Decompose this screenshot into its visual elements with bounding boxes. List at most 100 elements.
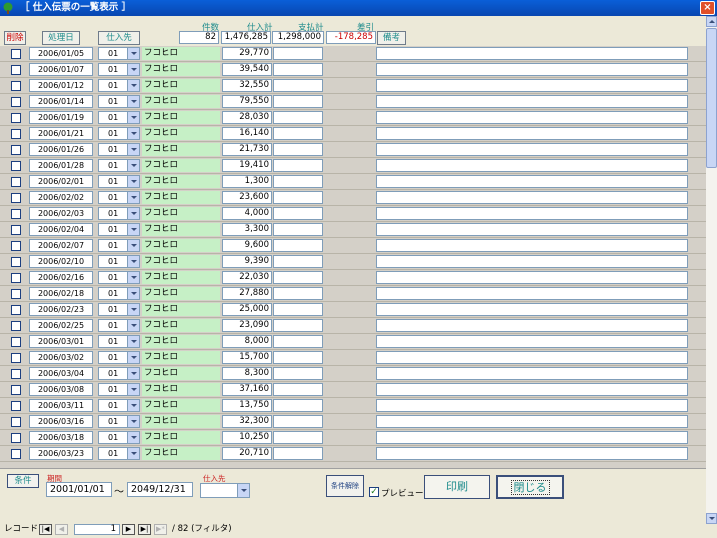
supplier-code-select[interactable]: 01	[98, 47, 140, 60]
payment-amount[interactable]	[273, 383, 323, 396]
supplier-code-select[interactable]: 01	[98, 127, 140, 140]
notes-field[interactable]	[376, 207, 688, 220]
notes-field[interactable]	[376, 383, 688, 396]
purchase-amount[interactable]: 32,300	[222, 415, 272, 428]
delete-checkbox[interactable]	[11, 161, 21, 171]
purchase-amount[interactable]: 9,600	[222, 239, 272, 252]
purchase-amount[interactable]: 3,300	[222, 223, 272, 236]
notes-field[interactable]	[376, 351, 688, 364]
payment-amount[interactable]	[273, 127, 323, 140]
chevron-down-icon[interactable]	[127, 224, 139, 235]
purchase-amount[interactable]: 32,550	[222, 79, 272, 92]
delete-checkbox[interactable]	[11, 273, 21, 283]
payment-amount[interactable]	[273, 319, 323, 332]
scroll-thumb[interactable]	[706, 28, 717, 168]
purchase-amount[interactable]: 27,880	[222, 287, 272, 300]
payment-amount[interactable]	[273, 223, 323, 236]
row-date[interactable]: 2006/03/16	[29, 415, 93, 428]
purchase-amount[interactable]: 1,300	[222, 175, 272, 188]
chevron-down-icon[interactable]	[127, 368, 139, 379]
notes-field[interactable]	[376, 415, 688, 428]
row-date[interactable]: 2006/02/23	[29, 303, 93, 316]
purchase-amount[interactable]: 23,090	[222, 319, 272, 332]
chevron-down-icon[interactable]	[127, 336, 139, 347]
purchase-amount[interactable]: 79,550	[222, 95, 272, 108]
clear-conditions-button[interactable]: 条件解除	[326, 475, 364, 497]
delete-checkbox[interactable]	[11, 257, 21, 267]
payment-amount[interactable]	[273, 79, 323, 92]
supplier-code-select[interactable]: 01	[98, 223, 140, 236]
chevron-down-icon[interactable]	[127, 128, 139, 139]
supplier-code-select[interactable]: 01	[98, 191, 140, 204]
chevron-down-icon[interactable]	[237, 484, 249, 497]
row-date[interactable]: 2006/03/01	[29, 335, 93, 348]
delete-checkbox[interactable]	[11, 81, 21, 91]
supplier-code-select[interactable]: 01	[98, 415, 140, 428]
payment-amount[interactable]	[273, 287, 323, 300]
purchase-amount[interactable]: 23,600	[222, 191, 272, 204]
date-from-input[interactable]: 2001/01/01	[46, 482, 112, 497]
delete-checkbox[interactable]	[11, 305, 21, 315]
delete-checkbox[interactable]	[11, 417, 21, 427]
notes-field[interactable]	[376, 47, 688, 60]
purchase-amount[interactable]: 37,160	[222, 383, 272, 396]
sort-by-supplier-button[interactable]: 仕入先	[98, 31, 140, 45]
notes-field[interactable]	[376, 431, 688, 444]
notes-field[interactable]	[376, 143, 688, 156]
purchase-amount[interactable]: 19,410	[222, 159, 272, 172]
print-button[interactable]: 印刷	[424, 475, 490, 499]
delete-checkbox[interactable]	[11, 129, 21, 139]
notes-field[interactable]	[376, 287, 688, 300]
chevron-down-icon[interactable]	[127, 176, 139, 187]
chevron-down-icon[interactable]	[127, 192, 139, 203]
chevron-down-icon[interactable]	[127, 144, 139, 155]
row-date[interactable]: 2006/02/02	[29, 191, 93, 204]
row-date[interactable]: 2006/03/02	[29, 351, 93, 364]
payment-amount[interactable]	[273, 191, 323, 204]
notes-field[interactable]	[376, 159, 688, 172]
row-date[interactable]: 2006/01/12	[29, 79, 93, 92]
last-record-button[interactable]: ▶|	[138, 524, 151, 535]
supplier-code-select[interactable]: 01	[98, 255, 140, 268]
delete-checkbox[interactable]	[11, 385, 21, 395]
supplier-code-select[interactable]: 01	[98, 319, 140, 332]
purchase-amount[interactable]: 25,000	[222, 303, 272, 316]
supplier-code-select[interactable]: 01	[98, 239, 140, 252]
row-date[interactable]: 2006/03/23	[29, 447, 93, 460]
delete-checkbox[interactable]	[11, 145, 21, 155]
notes-field[interactable]	[376, 319, 688, 332]
row-date[interactable]: 2006/02/10	[29, 255, 93, 268]
delete-checkbox[interactable]	[11, 65, 21, 75]
notes-field[interactable]	[376, 367, 688, 380]
supplier-filter-select[interactable]	[200, 483, 250, 498]
chevron-down-icon[interactable]	[127, 352, 139, 363]
delete-checkbox[interactable]	[11, 321, 21, 331]
payment-amount[interactable]	[273, 367, 323, 380]
row-date[interactable]: 2006/01/26	[29, 143, 93, 156]
payment-amount[interactable]	[273, 335, 323, 348]
payment-amount[interactable]	[273, 95, 323, 108]
delete-checkbox[interactable]	[11, 401, 21, 411]
purchase-amount[interactable]: 28,030	[222, 111, 272, 124]
supplier-code-select[interactable]: 01	[98, 399, 140, 412]
delete-checkbox[interactable]	[11, 113, 21, 123]
supplier-code-select[interactable]: 01	[98, 383, 140, 396]
row-date[interactable]: 2006/02/04	[29, 223, 93, 236]
close-window-button[interactable]: ×	[700, 1, 715, 15]
supplier-code-select[interactable]: 01	[98, 367, 140, 380]
supplier-code-select[interactable]: 01	[98, 303, 140, 316]
chevron-down-icon[interactable]	[127, 432, 139, 443]
delete-checkbox[interactable]	[11, 353, 21, 363]
purchase-amount[interactable]: 9,390	[222, 255, 272, 268]
delete-checkbox[interactable]	[11, 241, 21, 251]
delete-checkbox[interactable]	[11, 177, 21, 187]
purchase-amount[interactable]: 13,750	[222, 399, 272, 412]
supplier-code-select[interactable]: 01	[98, 159, 140, 172]
notes-field[interactable]	[376, 79, 688, 92]
delete-checkbox[interactable]	[11, 97, 21, 107]
chevron-down-icon[interactable]	[127, 256, 139, 267]
chevron-down-icon[interactable]	[127, 416, 139, 427]
next-record-button[interactable]: ▶	[122, 524, 135, 535]
purchase-amount[interactable]: 4,000	[222, 207, 272, 220]
vertical-scrollbar[interactable]	[706, 16, 717, 524]
